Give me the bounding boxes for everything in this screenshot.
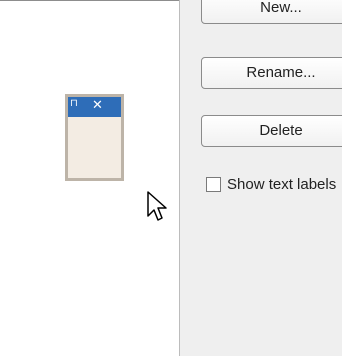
- delete-toolbar-button[interactable]: Delete: [201, 115, 342, 147]
- show-text-labels-checkbox[interactable]: [206, 177, 221, 192]
- show-text-labels-label: Show text labels: [227, 176, 337, 193]
- toolbar-grip-icon: ⊓: [70, 98, 78, 109]
- top-border: [0, 0, 179, 1]
- toolbar-customize-dialog: ⊓ ✕ New... Rename... Delete Show text la…: [0, 0, 342, 356]
- floating-toolbar-preview[interactable]: ⊓ ✕: [65, 94, 124, 181]
- rename-toolbar-button[interactable]: Rename...: [201, 57, 342, 89]
- toolbar-options-content: New... Rename... Delete Show text labels: [180, 0, 342, 356]
- new-toolbar-button[interactable]: New...: [201, 0, 342, 24]
- close-icon[interactable]: ✕: [92, 99, 103, 113]
- mouse-pointer-icon: [147, 191, 167, 221]
- toolbar-preview-area: ⊓ ✕: [0, 0, 179, 356]
- floating-toolbar-titlebar[interactable]: ⊓ ✕: [68, 97, 121, 117]
